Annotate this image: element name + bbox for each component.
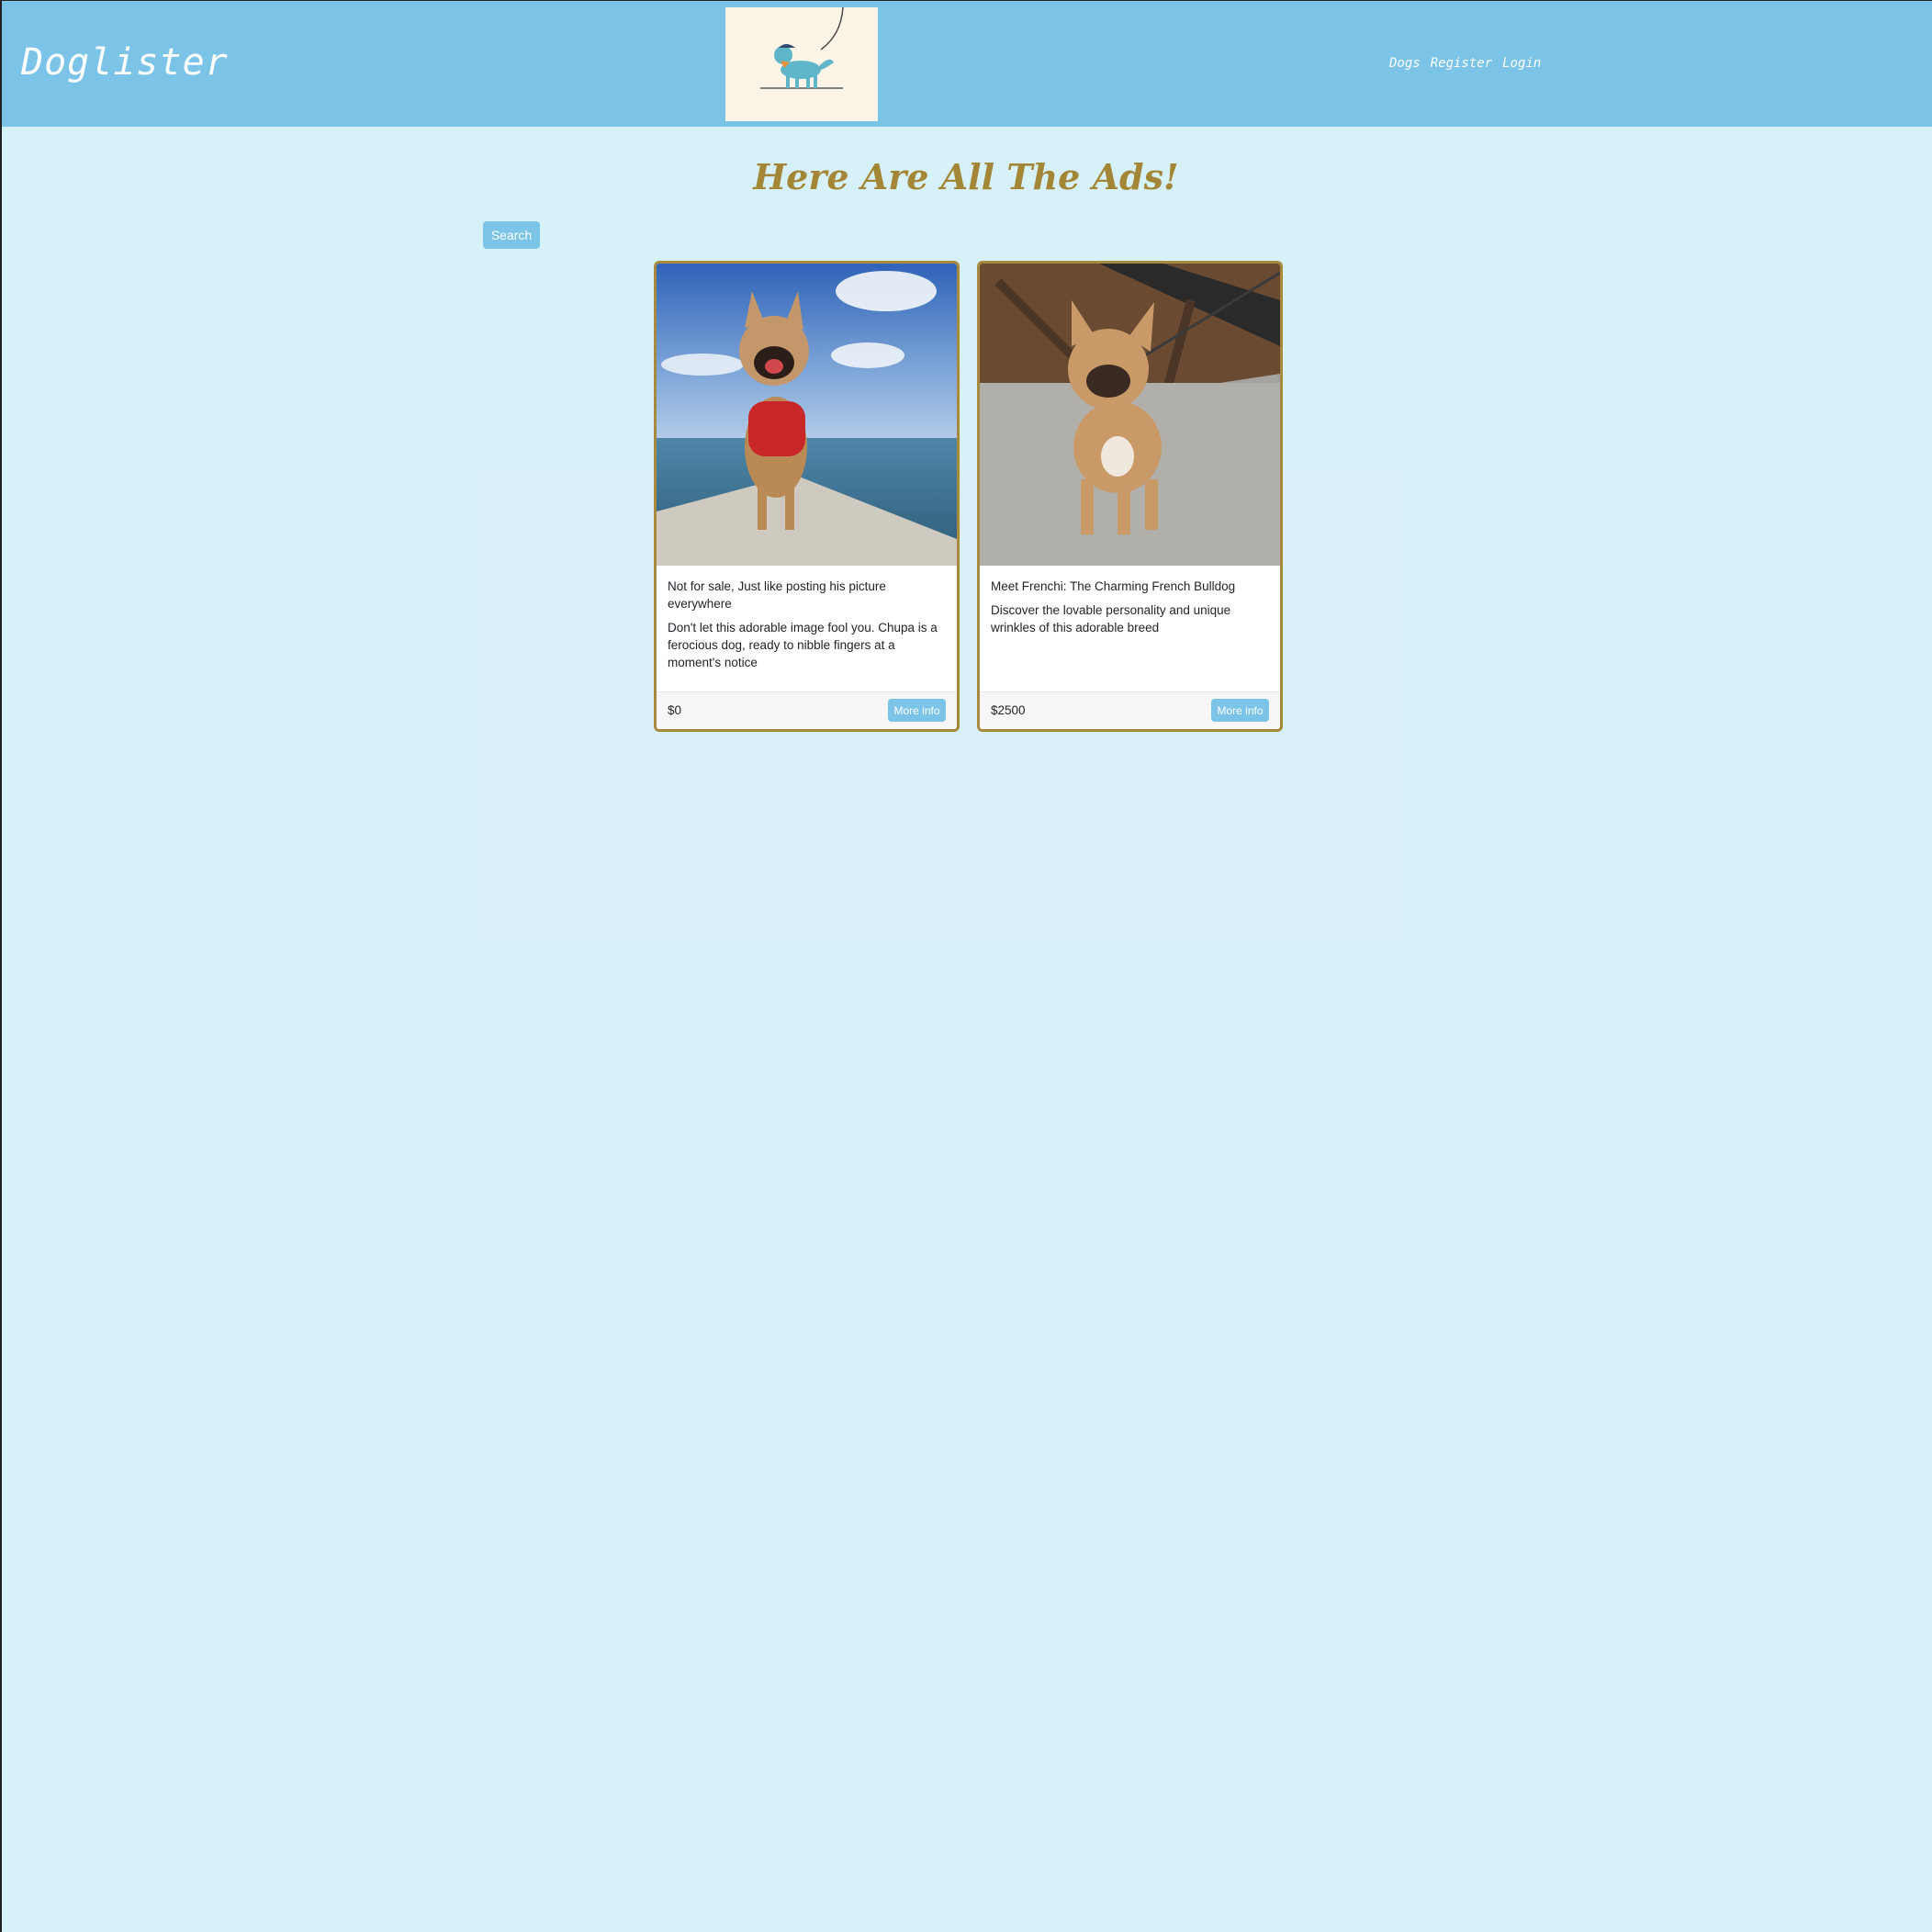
card-footer: $0 More info: [657, 691, 957, 729]
page-frame: [0, 0, 1932, 1932]
nav-link-login[interactable]: Login: [1502, 56, 1541, 71]
nav-links: Dogs Register Login: [1389, 56, 1541, 71]
nav-link-dogs[interactable]: Dogs: [1389, 56, 1421, 71]
card-body: Meet Frenchi: The Charming French Bulldo…: [991, 578, 1271, 636]
ad-card: Meet Frenchi: The Charming French Bulldo…: [977, 261, 1283, 732]
card-title: Not for sale, Just like posting his pict…: [668, 579, 886, 611]
nav-link-register[interactable]: Register: [1431, 56, 1492, 71]
search-button[interactable]: Search: [483, 221, 540, 249]
ad-card: Not for sale, Just like posting his pict…: [654, 261, 960, 732]
card-body: Not for sale, Just like posting his pict…: [668, 578, 948, 671]
page-title: Here Are All The Ads!: [753, 156, 1179, 197]
price-label: $2500: [991, 703, 1026, 717]
dog-photo-image: [657, 264, 957, 566]
card-description: Don't let this adorable image fool you. …: [668, 621, 938, 669]
more-info-button[interactable]: More info: [1211, 699, 1269, 722]
card-title: Meet Frenchi: The Charming French Bulldo…: [991, 579, 1236, 593]
card-footer: $2500 More info: [980, 691, 1280, 729]
price-label: $0: [668, 703, 682, 717]
navbar: Doglister Dogs Register Login: [2, 1, 1932, 127]
more-info-button[interactable]: More info: [888, 699, 946, 722]
brand-title[interactable]: Doglister: [21, 41, 229, 84]
dog-logo-image: [725, 6, 878, 121]
dog-photo-image: [980, 264, 1280, 566]
card-description: Discover the lovable personality and uni…: [991, 603, 1231, 635]
